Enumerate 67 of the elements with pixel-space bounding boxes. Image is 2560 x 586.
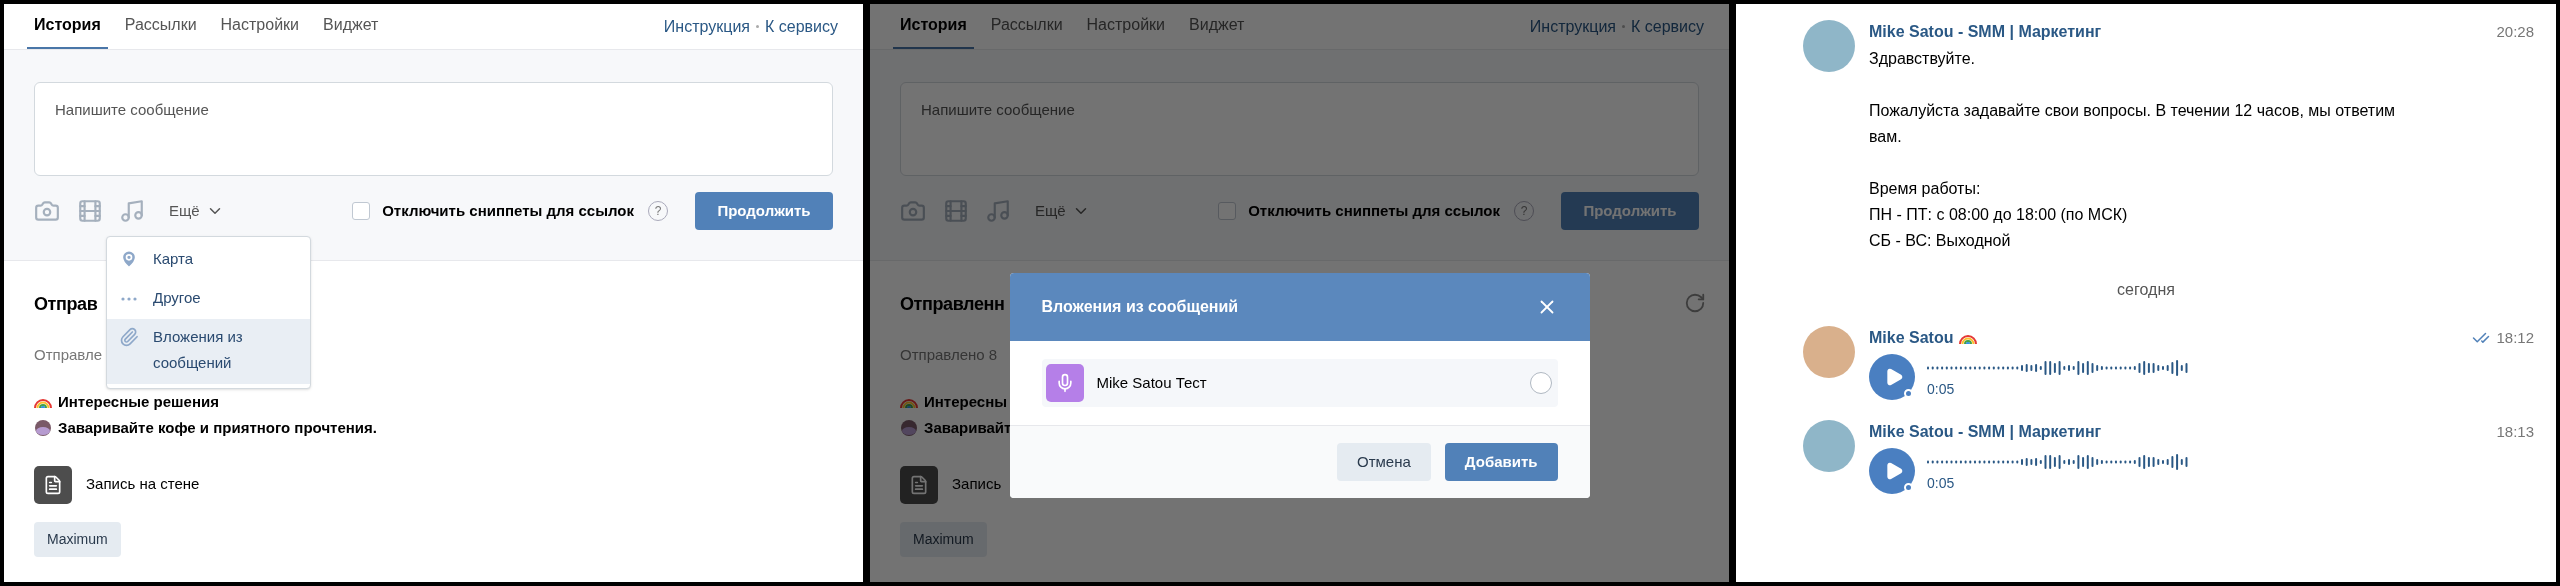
- avatar[interactable]: [1803, 420, 1855, 472]
- message-text: Время работы:: [1869, 179, 1981, 199]
- play-button[interactable]: [1869, 354, 1915, 400]
- sent-info: Отправлено 8: [900, 345, 998, 365]
- camera-icon[interactable]: [900, 198, 926, 224]
- cancel-button[interactable]: Отмена: [1337, 443, 1431, 481]
- more-icon: [121, 297, 137, 301]
- message-time: 20:28: [2496, 21, 2534, 42]
- message-text: ПН - ПТ: с 08:00 до 18:00 (по МСК): [1869, 205, 2128, 225]
- sender-name[interactable]: Mike Satou: [1869, 326, 1954, 350]
- music-note-icon[interactable]: [119, 198, 145, 224]
- message-line: Заваривайте кофе и приятного прочтения.: [58, 418, 377, 438]
- message-time: 18:12: [2496, 327, 2534, 348]
- play-button[interactable]: [1869, 448, 1915, 494]
- message-line: Интересные решения: [58, 391, 219, 412]
- menu-item[interactable]: Карта: [107, 241, 310, 280]
- date-divider: сегодня: [2117, 280, 2175, 300]
- music-note-icon[interactable]: [985, 198, 1011, 224]
- microphone-icon: [1045, 364, 1084, 402]
- film-icon[interactable]: [943, 198, 969, 224]
- header-link[interactable]: К сервису: [765, 14, 838, 39]
- attachment-label: Запись на стене: [86, 474, 200, 495]
- refresh-icon[interactable]: [1684, 292, 1706, 314]
- post-icon: [900, 465, 938, 504]
- checkbox[interactable]: [352, 202, 371, 220]
- modal-title: Вложения из сообщений: [1041, 297, 1239, 317]
- message-time: 18:13: [2496, 421, 2534, 442]
- message-text: СБ - ВС: Выходной: [1869, 231, 2011, 251]
- tab[interactable]: Рассылки: [117, 4, 204, 49]
- film-icon[interactable]: [77, 198, 103, 224]
- menu-item[interactable]: Другое: [107, 280, 310, 319]
- voice-duration: 0:05: [1927, 474, 1955, 493]
- sent-info: Отправле: [34, 345, 103, 365]
- checkbox-label: Отключить сниппеты для ссылок: [1248, 200, 1500, 221]
- paperclip-icon: [119, 327, 139, 347]
- attachment-label: Запись: [952, 474, 1002, 495]
- sender-name[interactable]: Mike Satou - SMM | Маркетинг: [1869, 20, 2102, 44]
- bean-emoji-icon: [34, 419, 52, 438]
- menu-item[interactable]: Вложения из сообщений: [107, 319, 310, 384]
- message-line: Заваривайт: [924, 418, 1012, 438]
- avatar[interactable]: [1803, 20, 1855, 72]
- attachment-title: Mike Satou Тест: [1096, 372, 1207, 393]
- radio-button[interactable]: [1529, 372, 1552, 394]
- checkbox[interactable]: [1218, 202, 1237, 220]
- more-dropdown[interactable]: Ещё: [169, 199, 224, 223]
- message-line: Интересны: [924, 391, 1008, 412]
- voice-duration: 0:05: [1927, 380, 1955, 399]
- camera-icon[interactable]: [34, 198, 60, 224]
- header-link[interactable]: Инструкция: [663, 14, 750, 39]
- continue-button[interactable]: Продолжить: [695, 192, 833, 230]
- message-text: Пожалуйста задавайте свои вопросы. В течении 12 часов, мы ответим вам.: [1869, 101, 2397, 147]
- add-button[interactable]: Добавить: [1444, 443, 1558, 481]
- tab[interactable]: Настройки: [213, 4, 306, 49]
- tab[interactable]: Виджет: [316, 4, 386, 49]
- message-text: Здравствуйте.: [1869, 49, 1976, 69]
- message-field[interactable]: Напишите сообщение: [34, 82, 833, 176]
- tag: Maximum: [34, 521, 121, 557]
- avatar[interactable]: [1803, 326, 1855, 378]
- section-heading: Отправленн: [900, 293, 1005, 316]
- attachment-item[interactable]: Mike Satou Тест: [1041, 359, 1558, 407]
- section-heading: Отправ: [34, 293, 98, 316]
- tag: Maximum: [900, 521, 987, 557]
- bean-emoji-icon: [900, 419, 918, 438]
- post-icon: [34, 465, 72, 504]
- message-field[interactable]: Напишите сообщение: [900, 82, 1699, 176]
- sender-name[interactable]: Mike Satou - SMM | Маркетинг: [1869, 420, 2102, 444]
- checkbox-label: Отключить сниппеты для ссылок: [382, 200, 634, 221]
